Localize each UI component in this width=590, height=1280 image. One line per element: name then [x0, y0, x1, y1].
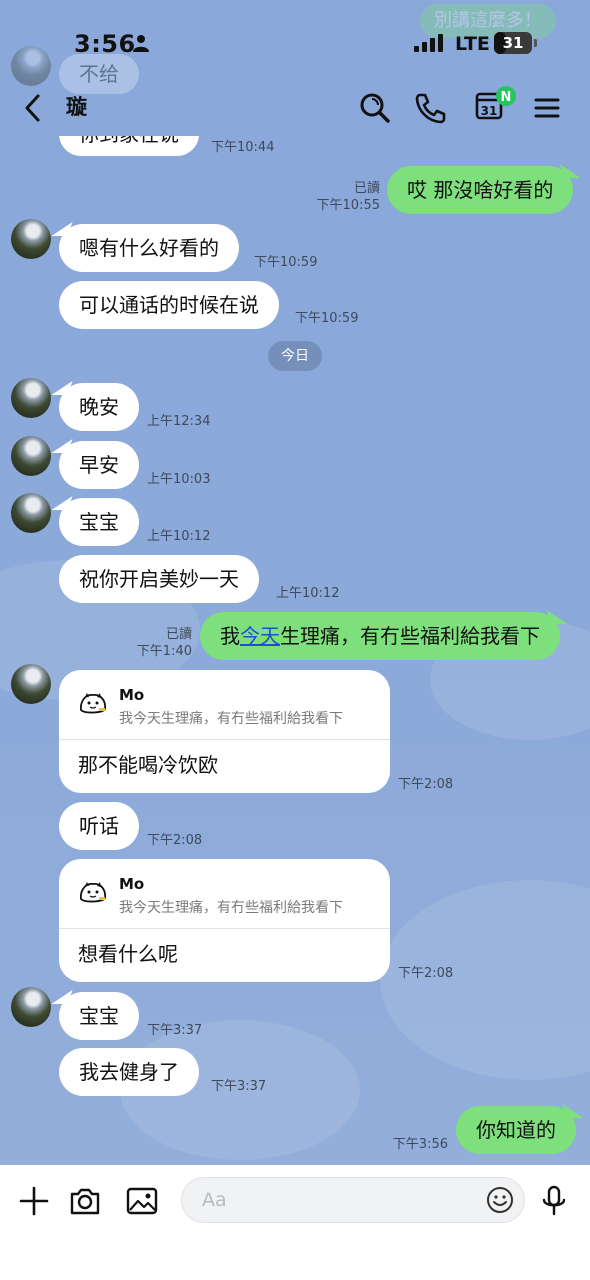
reply-message-card[interactable]: Mo 我今天生理痛，有冇些福利給我看下 那不能喝冷饮欧: [59, 670, 390, 793]
plus-icon[interactable]: [16, 1183, 52, 1219]
avatar[interactable]: [11, 378, 51, 418]
message-time: 上午10:12: [147, 529, 211, 544]
message-bubble[interactable]: 听话: [59, 802, 139, 850]
message-time: 上午10:12: [276, 586, 340, 601]
signal-icon: [414, 34, 443, 52]
message-text: 那不能喝冷饮欧: [78, 753, 218, 777]
message-time: 下午10:59: [295, 311, 359, 326]
search-icon[interactable]: [355, 88, 395, 128]
avatar[interactable]: [11, 987, 51, 1027]
message-bubble[interactable]: 晚安: [59, 383, 139, 431]
reply-message-card[interactable]: Mo 我今天生理痛，有冇些福利給我看下 想看什么呢: [59, 859, 390, 982]
network-type: LTE: [455, 33, 490, 55]
input-placeholder: Aa: [202, 1189, 227, 1211]
date-separator: 今日: [268, 341, 322, 371]
calendar-icon[interactable]: 31 N: [472, 84, 520, 128]
person-icon: [133, 35, 149, 52]
message-text: 想看什么呢: [78, 942, 178, 966]
camera-icon[interactable]: [67, 1183, 103, 1219]
image-icon[interactable]: [124, 1183, 160, 1219]
avatar[interactable]: [11, 219, 51, 259]
phone-icon[interactable]: [410, 88, 450, 128]
message-time: 下午10:44: [211, 140, 275, 155]
sticker-thumbnail-icon: [80, 693, 106, 714]
message-time: 下午2:08: [147, 833, 203, 848]
calendar-badge: N: [501, 90, 512, 105]
message-bubble[interactable]: 宝宝: [59, 498, 139, 546]
message-time: 上午10:03: [147, 472, 211, 487]
message-time: 上午12:34: [147, 414, 211, 429]
message-bubble[interactable]: 宝宝: [59, 992, 139, 1040]
menu-icon[interactable]: [527, 88, 567, 128]
calendar-day: 31: [481, 104, 498, 118]
battery-nub: [534, 39, 537, 47]
avatar[interactable]: [11, 436, 51, 476]
reply-quote[interactable]: Mo 我今天生理痛，有冇些福利給我看下: [59, 859, 390, 929]
sticker-thumbnail-icon: [80, 882, 106, 903]
outgoing-bubble[interactable]: 你知道的: [456, 1106, 576, 1154]
message-bubble[interactable]: 可以通话的时候在说: [59, 281, 279, 329]
status-time: 3:56: [74, 30, 136, 58]
message-time: 下午3:37: [211, 1079, 267, 1094]
message-input-bar: Aa: [0, 1165, 590, 1280]
reply-author: Mo: [119, 686, 145, 704]
message-time: 下午2:08: [398, 777, 454, 792]
keyword-link[interactable]: 今天: [240, 624, 280, 648]
outgoing-bubble[interactable]: 哎 那沒啥好看的: [387, 166, 574, 214]
message-time: 下午3:37: [147, 1023, 203, 1038]
microphone-icon[interactable]: [536, 1183, 572, 1219]
message-time: 下午10:55: [316, 198, 380, 213]
message-text: 生理痛，有冇些福利給我看下: [280, 624, 540, 648]
message-time: 下午1:40: [136, 644, 192, 659]
message-bubble[interactable]: 早安: [59, 441, 139, 489]
avatar[interactable]: [11, 493, 51, 533]
message-time: 下午10:59: [254, 255, 318, 270]
reply-quoted-text: 我今天生理痛，有冇些福利給我看下: [119, 711, 343, 727]
chat-header: 璇 31 N: [0, 80, 590, 136]
back-icon[interactable]: [16, 88, 52, 128]
status-bar: 3:56 LTE 31: [0, 0, 590, 80]
battery-level: 31: [502, 34, 524, 52]
message-bubble[interactable]: 祝你开启美妙一天: [59, 555, 259, 603]
avatar[interactable]: [11, 664, 51, 704]
message-bubble[interactable]: 我去健身了: [59, 1048, 199, 1096]
reply-quote[interactable]: Mo 我今天生理痛，有冇些福利給我看下: [59, 670, 390, 740]
message-input[interactable]: Aa: [181, 1177, 525, 1223]
battery-icon: 31: [494, 32, 532, 54]
message-text: 我: [220, 624, 240, 648]
emoji-icon[interactable]: [486, 1186, 514, 1214]
reply-author: Mo: [119, 875, 145, 893]
message-bubble[interactable]: 嗯有什么好看的: [59, 224, 239, 272]
contact-name[interactable]: 璇: [66, 91, 87, 121]
outgoing-bubble[interactable]: 我今天生理痛，有冇些福利給我看下: [200, 612, 560, 660]
message-time: 下午3:56: [392, 1137, 448, 1152]
reply-quoted-text: 我今天生理痛，有冇些福利給我看下: [119, 900, 343, 916]
message-time: 下午2:08: [398, 966, 454, 981]
